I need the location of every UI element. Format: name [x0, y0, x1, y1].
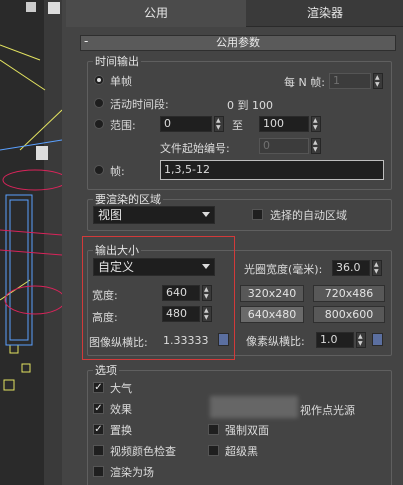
viewport-wireframe: [0, 0, 62, 485]
aperture-field[interactable]: 36.0: [332, 260, 370, 276]
active-segment-label: 活动时间段:: [110, 98, 169, 111]
rollout-header-common-params[interactable]: - 公用参数: [80, 34, 396, 51]
chevron-down-icon: [202, 212, 210, 217]
every-n-spinner[interactable]: ▲ ▼: [373, 73, 383, 89]
atmosphere-checkbox[interactable]: ✓: [93, 382, 104, 393]
lock-icon[interactable]: [372, 333, 383, 346]
area-lights-label: 视作点光源: [300, 404, 355, 417]
frames-field[interactable]: 1,3,5-12: [160, 160, 384, 180]
frames-radio[interactable]: [94, 165, 104, 175]
pixel-aspect-spinner[interactable]: ▲ ▼: [356, 332, 366, 348]
range-to-label: 至: [232, 119, 243, 132]
file-start-label: 文件起始编号:: [160, 142, 230, 155]
rollout-title: 公用参数: [216, 36, 260, 49]
range-from-field[interactable]: 0: [160, 116, 212, 132]
single-frame-label: 单帧: [110, 75, 132, 88]
video-color-check-checkbox[interactable]: [93, 445, 104, 456]
render-to-fields-label: 渲染为场: [110, 466, 154, 479]
range-radio[interactable]: [94, 119, 104, 129]
frames-label: 帧:: [110, 165, 125, 178]
active-segment-range: 0 到 100: [227, 99, 273, 112]
force-2sided-label: 强制双面: [225, 424, 269, 437]
render-to-fields-checkbox[interactable]: [93, 466, 104, 477]
super-black-checkbox[interactable]: [208, 445, 219, 456]
displacement-checkbox[interactable]: ✓: [93, 424, 104, 435]
aperture-label: 光圈宽度(毫米):: [244, 263, 323, 276]
range-label: 范围:: [110, 119, 136, 132]
range-to-spinner[interactable]: ▲ ▼: [311, 116, 321, 132]
area-dropdown-value: 视图: [98, 208, 123, 222]
file-start-spinner[interactable]: ▲ ▼: [311, 138, 321, 154]
area-dropdown[interactable]: 视图: [93, 206, 215, 224]
blurred-watermark: [210, 396, 298, 418]
pixel-aspect-field[interactable]: 1.0: [316, 332, 354, 348]
every-n-field[interactable]: 1: [329, 73, 371, 89]
tab-bar: 公用 渲染器: [66, 0, 403, 27]
every-n-label: 每 N 帧:: [284, 76, 325, 89]
options-title: 选项: [93, 362, 119, 378]
displacement-label: 置换: [110, 424, 132, 437]
force-2sided-checkbox[interactable]: [208, 424, 219, 435]
preset-640x480-button[interactable]: 640x480: [240, 306, 304, 323]
preset-800x600-button[interactable]: 800x600: [313, 306, 385, 323]
range-to-field[interactable]: 100: [259, 116, 309, 132]
pixel-aspect-label: 像素纵横比:: [246, 335, 305, 348]
preset-320x240-button[interactable]: 320x240: [240, 285, 304, 302]
time-output-title: 时间输出: [93, 53, 141, 69]
area-title: 要渲染的区域: [93, 191, 163, 207]
auto-region-label: 选择的自动区域: [270, 209, 347, 222]
tab-common[interactable]: 公用: [66, 0, 246, 27]
preset-720x486-button[interactable]: 720x486: [313, 285, 385, 302]
active-segment-radio[interactable]: [94, 98, 104, 108]
file-start-field[interactable]: 0: [259, 138, 309, 154]
highlight-box: [82, 236, 235, 360]
single-frame-radio[interactable]: [94, 75, 104, 85]
super-black-label: 超级黑: [225, 445, 258, 458]
auto-region-checkbox[interactable]: [252, 209, 263, 220]
viewport-strip: [0, 0, 62, 485]
range-from-spinner[interactable]: ▲ ▼: [214, 116, 224, 132]
video-color-check-label: 视频颜色检查: [110, 445, 176, 458]
atmosphere-label: 大气: [110, 382, 132, 395]
aperture-spinner[interactable]: ▲ ▼: [372, 260, 382, 276]
effects-label: 效果: [110, 403, 132, 416]
effects-checkbox[interactable]: ✓: [93, 403, 104, 414]
tab-renderer[interactable]: 渲染器: [247, 0, 403, 27]
